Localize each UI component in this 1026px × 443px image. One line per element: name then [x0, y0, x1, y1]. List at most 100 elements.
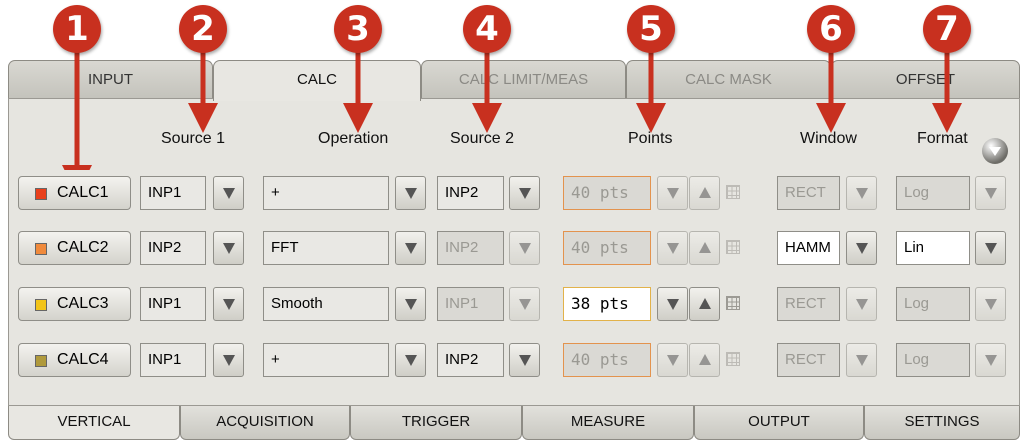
points-decrement-button[interactable] [657, 343, 688, 377]
callout-7-number: 7 [935, 9, 959, 49]
source2-select[interactable]: INP2 [437, 231, 504, 265]
source1-select[interactable]: INP1 [140, 287, 206, 321]
tab-calc[interactable]: CALC [213, 60, 421, 101]
format-dropdown-button[interactable] [975, 176, 1006, 210]
chevron-down-icon [519, 355, 531, 366]
source2-dropdown-button[interactable] [509, 176, 540, 210]
source2-dropdown-button[interactable] [509, 287, 540, 321]
bottom-tab-bar: VERTICAL ACQUISITION TRIGGER MEASURE OUT… [8, 406, 1020, 443]
operation-dropdown-button[interactable] [395, 176, 426, 210]
tab-measure[interactable]: MEASURE [522, 406, 694, 440]
grid-icon[interactable] [726, 352, 740, 366]
calc-toggle-button[interactable]: CALC2 [18, 231, 131, 265]
source2-dropdown-button[interactable] [509, 343, 540, 377]
callout-2: 2 [179, 5, 227, 53]
grid-icon[interactable] [726, 185, 740, 199]
callout-5-number: 5 [639, 9, 663, 49]
header-source-2: Source 2 [450, 130, 515, 147]
window-dropdown-button[interactable] [846, 287, 877, 321]
source1-select[interactable]: INP1 [140, 343, 206, 377]
source2-select[interactable]: INP2 [437, 176, 504, 210]
calc-toggle-button[interactable]: CALC4 [18, 343, 131, 377]
format-select[interactable]: Log [896, 343, 970, 377]
operation-dropdown-button[interactable] [395, 231, 426, 265]
chevron-down-icon [405, 299, 417, 310]
points-input[interactable]: 40 pts [563, 176, 651, 210]
window-select[interactable]: RECT [777, 287, 840, 321]
callout-3: 3 [334, 5, 382, 53]
format-select[interactable]: Log [896, 176, 970, 210]
source2-dropdown-button[interactable] [509, 231, 540, 265]
operation-select[interactable]: Smooth [263, 287, 389, 321]
tab-offset[interactable]: OFFSET [831, 60, 1020, 98]
points-decrement-button[interactable] [657, 287, 688, 321]
window-select[interactable]: RECT [777, 176, 840, 210]
header-source-1: Source 1 [161, 130, 226, 147]
points-input[interactable]: 38 pts [563, 287, 651, 321]
tab-settings[interactable]: SETTINGS [864, 406, 1020, 440]
points-increment-button[interactable] [689, 231, 720, 265]
callout-3-number: 3 [346, 9, 370, 49]
callout-2-number: 2 [191, 9, 215, 49]
tab-output[interactable]: OUTPUT [694, 406, 864, 440]
calc-toggle-button[interactable]: CALC1 [18, 176, 131, 210]
window-dropdown-button[interactable] [846, 176, 877, 210]
panel-menu-button[interactable] [982, 138, 1008, 164]
chevron-down-icon [405, 188, 417, 199]
points-increment-button[interactable] [689, 343, 720, 377]
chevron-down-icon [667, 355, 679, 366]
chevron-down-icon [519, 188, 531, 199]
source1-dropdown-button[interactable] [213, 176, 244, 210]
tab-input[interactable]: INPUT [8, 60, 213, 98]
format-dropdown-button[interactable] [975, 231, 1006, 265]
chevron-down-icon [667, 188, 679, 199]
chevron-down-icon [667, 243, 679, 254]
callout-5: 5 [627, 5, 675, 53]
source1-select[interactable]: INP2 [140, 231, 206, 265]
window-dropdown-button[interactable] [846, 231, 877, 265]
callout-6: 6 [807, 5, 855, 53]
calc-toggle-button[interactable]: CALC3 [18, 287, 131, 321]
header-window: Window [800, 130, 857, 147]
operation-select[interactable]: + [263, 176, 389, 210]
points-decrement-button[interactable] [657, 176, 688, 210]
chevron-down-icon [223, 355, 235, 366]
top-tab-bar: INPUT CALC CALC LIMIT/MEAS CALC MASK OFF… [8, 60, 1020, 101]
points-increment-button[interactable] [689, 176, 720, 210]
grid-icon[interactable] [726, 296, 740, 310]
format-select[interactable]: Log [896, 287, 970, 321]
format-dropdown-button[interactable] [975, 287, 1006, 321]
source1-dropdown-button[interactable] [213, 231, 244, 265]
calc-row: CALC3 INP1 Smooth INP1 38 pts RECT Log [18, 287, 1018, 323]
source1-dropdown-button[interactable] [213, 287, 244, 321]
operation-select[interactable]: FFT [263, 231, 389, 265]
grid-icon[interactable] [726, 240, 740, 254]
source1-dropdown-button[interactable] [213, 343, 244, 377]
window-select[interactable]: HAMM [777, 231, 840, 265]
operation-select[interactable]: + [263, 343, 389, 377]
format-dropdown-button[interactable] [975, 343, 1006, 377]
tab-calc-limit-meas[interactable]: CALC LIMIT/MEAS [421, 60, 626, 98]
points-input[interactable]: 40 pts [563, 343, 651, 377]
chevron-down-icon [405, 243, 417, 254]
operation-dropdown-button[interactable] [395, 287, 426, 321]
operation-dropdown-button[interactable] [395, 343, 426, 377]
source2-select[interactable]: INP2 [437, 343, 504, 377]
header-points: Points [628, 130, 673, 147]
window-dropdown-button[interactable] [846, 343, 877, 377]
chevron-down-icon [667, 299, 679, 310]
format-select[interactable]: Lin [896, 231, 970, 265]
source1-select[interactable]: INP1 [140, 176, 206, 210]
tab-trigger[interactable]: TRIGGER [350, 406, 522, 440]
calc-row: CALC1 INP1 + INP2 40 pts RECT Log [18, 176, 1018, 212]
window-select[interactable]: RECT [777, 343, 840, 377]
calc-name-label: CALC4 [57, 351, 109, 368]
points-decrement-button[interactable] [657, 231, 688, 265]
points-increment-button[interactable] [689, 287, 720, 321]
tab-acquisition[interactable]: ACQUISITION [180, 406, 350, 440]
callout-4-number: 4 [475, 9, 499, 49]
tab-calc-mask[interactable]: CALC MASK [626, 60, 831, 98]
points-input[interactable]: 40 pts [563, 231, 651, 265]
source2-select[interactable]: INP1 [437, 287, 504, 321]
tab-vertical[interactable]: VERTICAL [8, 406, 180, 440]
